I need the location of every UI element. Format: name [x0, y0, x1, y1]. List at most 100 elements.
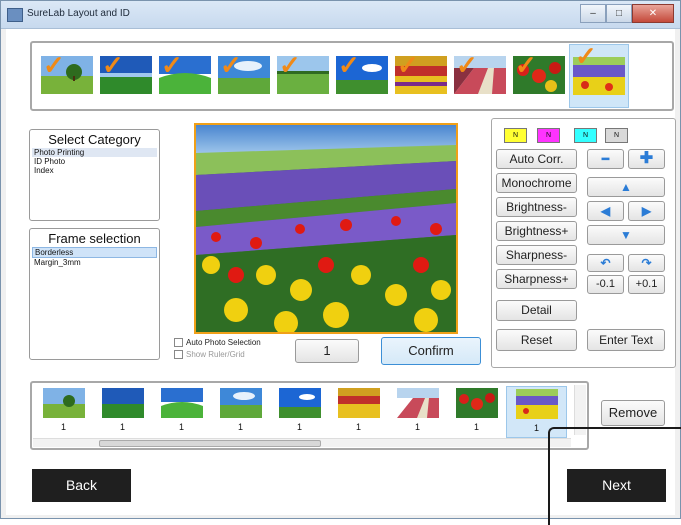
print-item[interactable]: 1 — [34, 386, 93, 436]
photo-thumbnail[interactable]: ✓ — [277, 52, 329, 94]
photo-thumbnail[interactable]: ✓ — [41, 52, 93, 94]
print-item-image — [456, 388, 498, 418]
close-button[interactable]: ✕ — [632, 4, 674, 23]
arrow-down-icon: ▼ — [620, 228, 632, 242]
show-ruler-grid-checkbox[interactable]: Show Ruler/Grid — [174, 350, 245, 359]
photo-thumbnail[interactable]: ✓ — [100, 52, 152, 94]
minimize-button[interactable]: – — [580, 4, 606, 23]
photo-selection-strip: ✓ ✓ ✓ ✓ ✓ ✓ ✓ ✓ ✓ ✓ — [30, 41, 674, 111]
checkmark-icon: ✓ — [102, 50, 124, 80]
move-left-button[interactable]: ◀ — [587, 201, 624, 221]
app-window: SureLab Layout and ID – □ ✕ ✓ ✓ ✓ ✓ ✓ ✓ … — [0, 0, 681, 525]
adjustment-panel: N N N N Auto Corr. Monochrome Brightness… — [491, 118, 676, 368]
category-list: Photo Printing ID Photo Index — [32, 148, 157, 175]
show-ruler-grid-label: Show Ruler/Grid — [186, 350, 245, 359]
frame-item[interactable]: Margin_3mm — [32, 258, 157, 267]
checkmark-icon: ✓ — [279, 50, 301, 80]
photo-thumbnail-selected[interactable]: ✓ — [569, 41, 629, 108]
auto-correct-button[interactable]: Auto Corr. — [496, 149, 577, 169]
photo-thumbnail[interactable]: ✓ — [159, 52, 211, 94]
frame-title: Frame selection — [48, 231, 141, 246]
rotate-left-button[interactable]: ↶ — [587, 254, 624, 272]
photo-thumbnail[interactable]: ✓ — [336, 52, 388, 94]
rotate-right-icon: ↷ — [641, 256, 652, 270]
monochrome-button[interactable]: Monochrome — [496, 173, 577, 193]
window-title: SureLab Layout and ID — [27, 8, 130, 19]
photo-thumbnail[interactable]: ✓ — [454, 52, 506, 94]
category-panel: Select Category Photo Printing ID Photo … — [29, 129, 160, 221]
scrollbar-thumb[interactable] — [99, 440, 321, 447]
print-count: 1 — [355, 422, 361, 432]
brightness-minus-button[interactable]: Brightness- — [496, 197, 577, 217]
horizontal-scrollbar[interactable] — [33, 438, 571, 447]
print-item[interactable]: 1 — [388, 386, 447, 436]
print-item[interactable]: 1 — [211, 386, 270, 436]
print-item-image — [102, 388, 144, 418]
rotate-plus-button[interactable]: +0.1 — [628, 275, 665, 294]
checkmark-icon: ✓ — [338, 50, 360, 80]
reset-button[interactable]: Reset — [496, 329, 577, 351]
print-item-image — [220, 388, 262, 418]
move-right-button[interactable]: ▶ — [628, 201, 665, 221]
title-bar: SureLab Layout and ID – □ ✕ — [1, 1, 680, 29]
quantity-field[interactable]: 1 — [295, 339, 359, 363]
print-count: 1 — [473, 422, 479, 432]
checkmark-icon: ✓ — [220, 50, 242, 80]
sharpness-minus-button[interactable]: Sharpness- — [496, 245, 577, 265]
checkmark-icon: ✓ — [397, 50, 419, 80]
app-icon — [7, 8, 23, 22]
photo-thumbnail[interactable]: ✓ — [218, 52, 270, 94]
checkbox-box — [174, 338, 183, 347]
frame-panel: Frame selection Borderless Margin_3mm — [29, 228, 160, 360]
sharpness-plus-button[interactable]: Sharpness+ — [496, 269, 577, 289]
remove-button[interactable]: Remove — [601, 400, 665, 426]
print-item-image — [279, 388, 321, 418]
print-item[interactable]: 1 — [447, 386, 506, 436]
confirm-button[interactable]: Confirm — [381, 337, 481, 365]
auto-photo-selection-label: Auto Photo Selection — [186, 338, 261, 347]
category-item[interactable]: Photo Printing — [32, 148, 157, 157]
print-item[interactable]: 1 — [270, 386, 329, 436]
photo-preview[interactable] — [194, 123, 458, 334]
rotate-left-icon: ↶ — [600, 256, 611, 270]
print-count: 1 — [178, 422, 184, 432]
plus-icon: ✚ — [639, 150, 654, 167]
detail-button[interactable]: Detail — [496, 300, 577, 321]
back-button[interactable]: Back — [32, 469, 131, 502]
print-count: 1 — [119, 422, 125, 432]
zoom-in-button[interactable]: ✚ — [628, 149, 665, 169]
checkmark-icon: ✓ — [161, 50, 183, 80]
auto-photo-selection-checkbox[interactable]: Auto Photo Selection — [174, 338, 261, 347]
rotate-minus-button[interactable]: -0.1 — [587, 275, 624, 294]
frame-list: Borderless Margin_3mm — [32, 247, 157, 267]
neutral-filter-box[interactable]: N — [605, 128, 628, 143]
rotate-right-button[interactable]: ↷ — [628, 254, 665, 272]
print-item[interactable]: 1 — [152, 386, 211, 436]
cyan-filter-box[interactable]: N — [574, 128, 597, 143]
photo-thumbnail[interactable]: ✓ — [395, 52, 447, 94]
print-count: 1 — [296, 422, 302, 432]
photo-thumbnail[interactable]: ✓ — [513, 52, 565, 94]
print-item[interactable]: 1 — [329, 386, 388, 436]
print-item-image — [516, 389, 558, 419]
yellow-filter-box[interactable]: N — [504, 128, 527, 143]
preview-image — [196, 125, 456, 332]
checkmark-icon: ✓ — [575, 41, 597, 71]
print-list-strip: 1 1 1 1 1 1 1 1 1 — [30, 381, 589, 450]
move-down-button[interactable]: ▼ — [587, 225, 665, 245]
category-item[interactable]: ID Photo — [32, 157, 157, 166]
maximize-button[interactable]: □ — [606, 4, 632, 23]
frame-item[interactable]: Borderless — [32, 247, 157, 258]
zoom-out-button[interactable]: ━ — [587, 149, 624, 169]
enter-text-button[interactable]: Enter Text — [587, 329, 665, 351]
print-item[interactable]: 1 — [93, 386, 152, 436]
arrow-right-icon: ▶ — [641, 204, 652, 218]
highlight-frame — [548, 427, 681, 525]
category-item[interactable]: Index — [32, 166, 157, 175]
move-up-button[interactable]: ▲ — [587, 177, 665, 197]
arrow-left-icon: ◀ — [600, 204, 611, 218]
arrow-up-icon: ▲ — [620, 180, 632, 194]
magenta-filter-box[interactable]: N — [537, 128, 560, 143]
brightness-plus-button[interactable]: Brightness+ — [496, 221, 577, 241]
print-item-image — [338, 388, 380, 418]
